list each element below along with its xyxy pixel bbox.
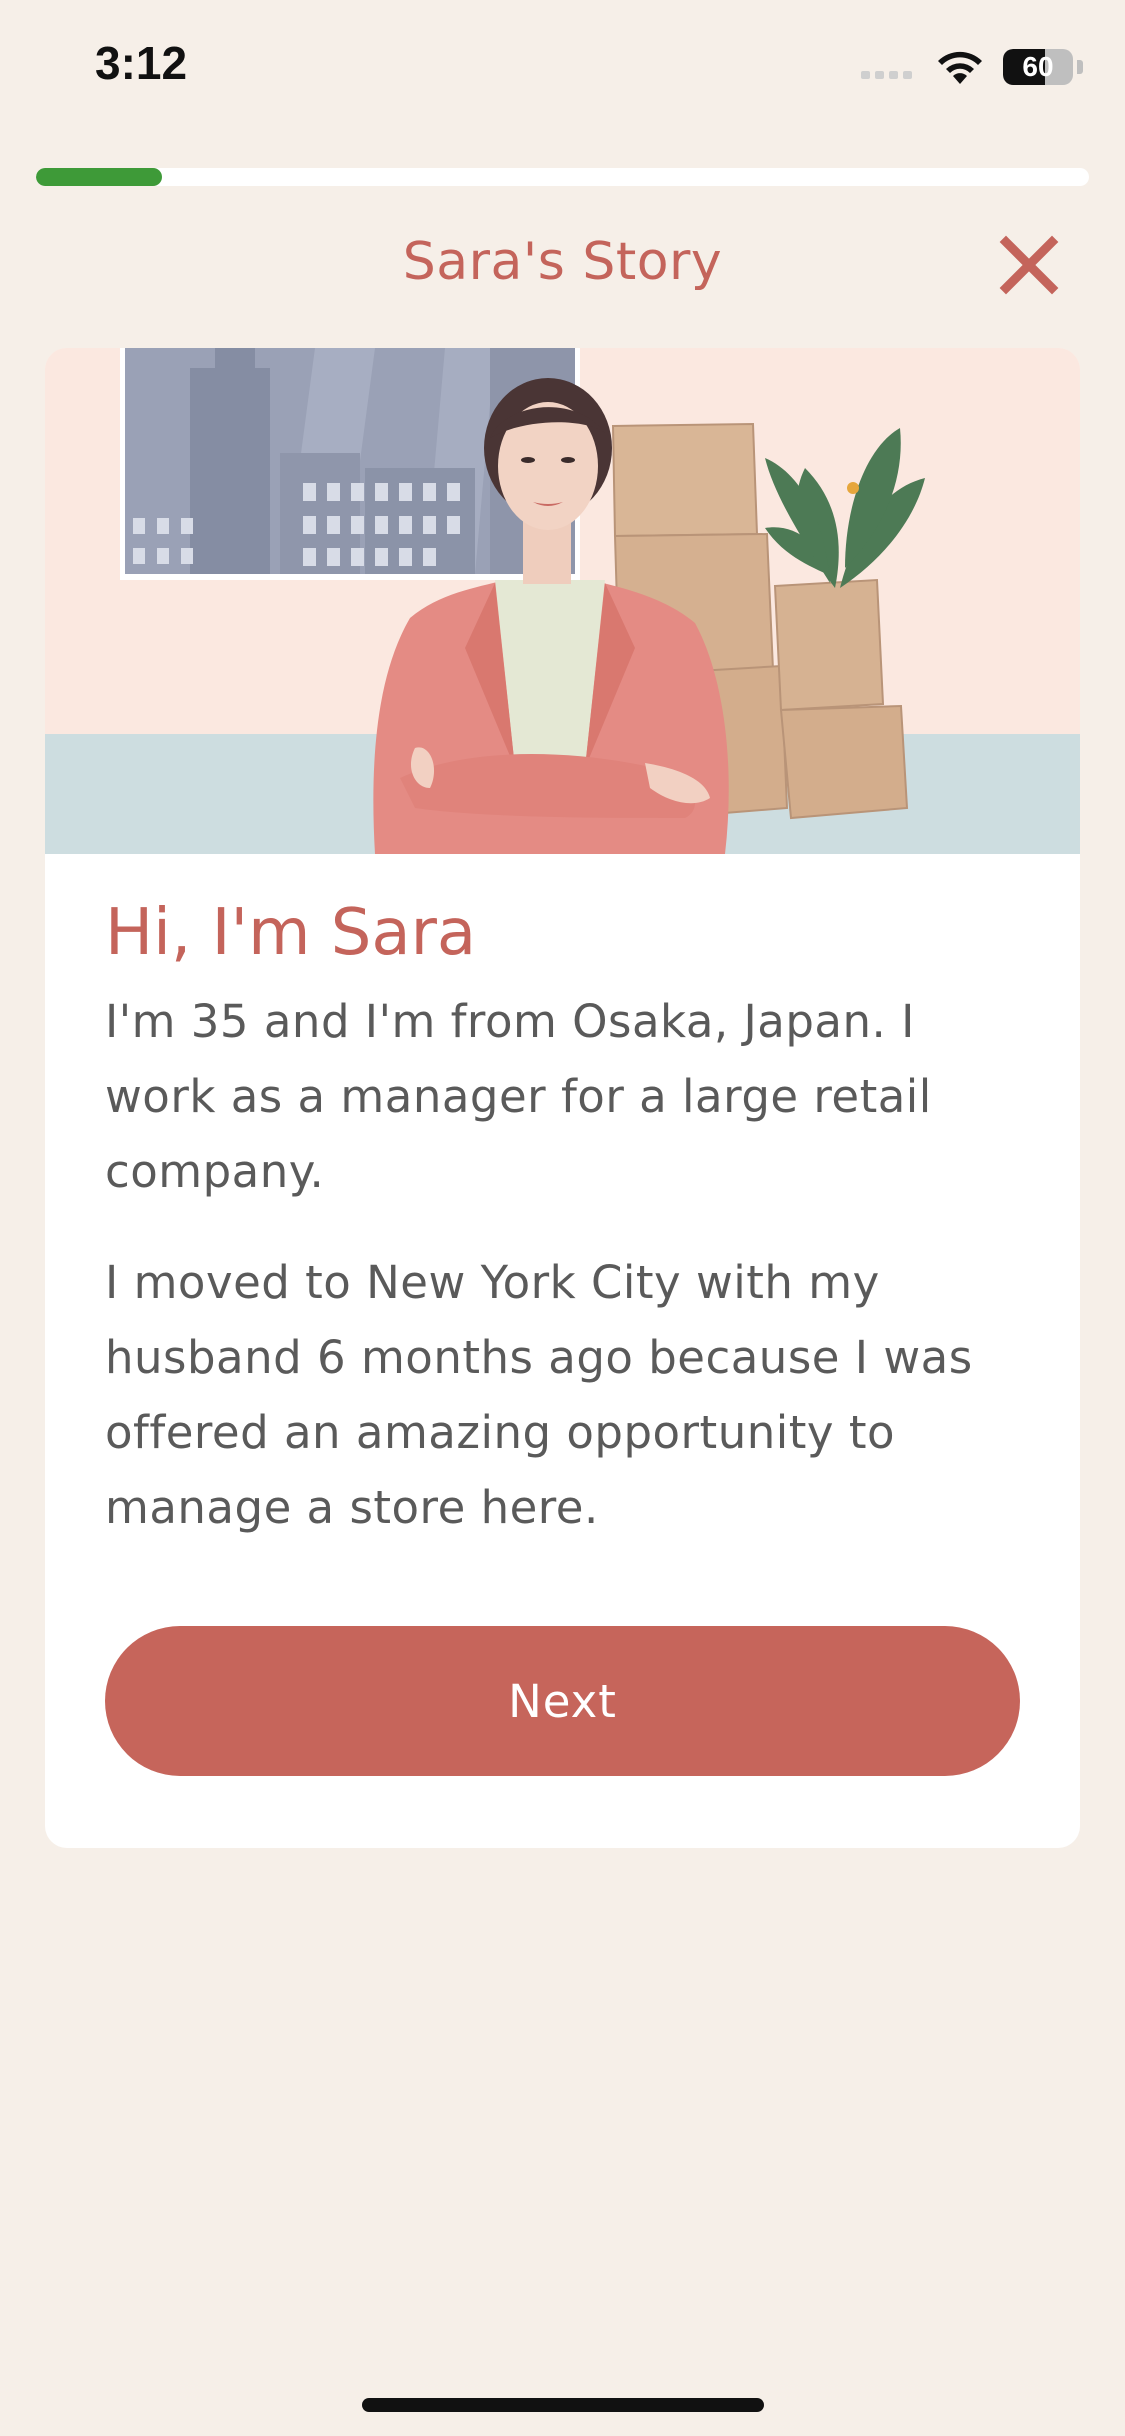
close-icon[interactable]	[998, 234, 1060, 296]
wifi-icon	[938, 51, 982, 84]
story-illustration	[45, 348, 1080, 854]
next-button[interactable]: Next	[105, 1626, 1020, 1776]
story-paragraph: I moved to New York City with my husband…	[105, 1256, 973, 1534]
story-card: Hi, I'm Sara I'm 35 and I'm from Osaka, …	[45, 348, 1080, 1848]
page-title: Sara's Story	[402, 232, 723, 292]
story-progress-bar	[36, 168, 1089, 186]
status-bar: 3:12 60	[0, 0, 1125, 140]
battery-icon: 60	[1003, 49, 1073, 85]
home-indicator[interactable]	[362, 2398, 764, 2412]
battery-percent: 60	[1022, 51, 1054, 82]
story-progress-fill	[36, 168, 163, 186]
battery-cap	[1077, 60, 1083, 74]
story-heading: Hi, I'm Sara	[105, 896, 477, 970]
status-icons: 60	[859, 46, 1083, 88]
story-paragraph: I'm 35 and I'm from Osaka, Japan. I work…	[105, 995, 932, 1198]
signal-icon	[861, 71, 912, 79]
status-time: 3:12	[95, 37, 188, 89]
sara-illustration	[45, 348, 1080, 854]
